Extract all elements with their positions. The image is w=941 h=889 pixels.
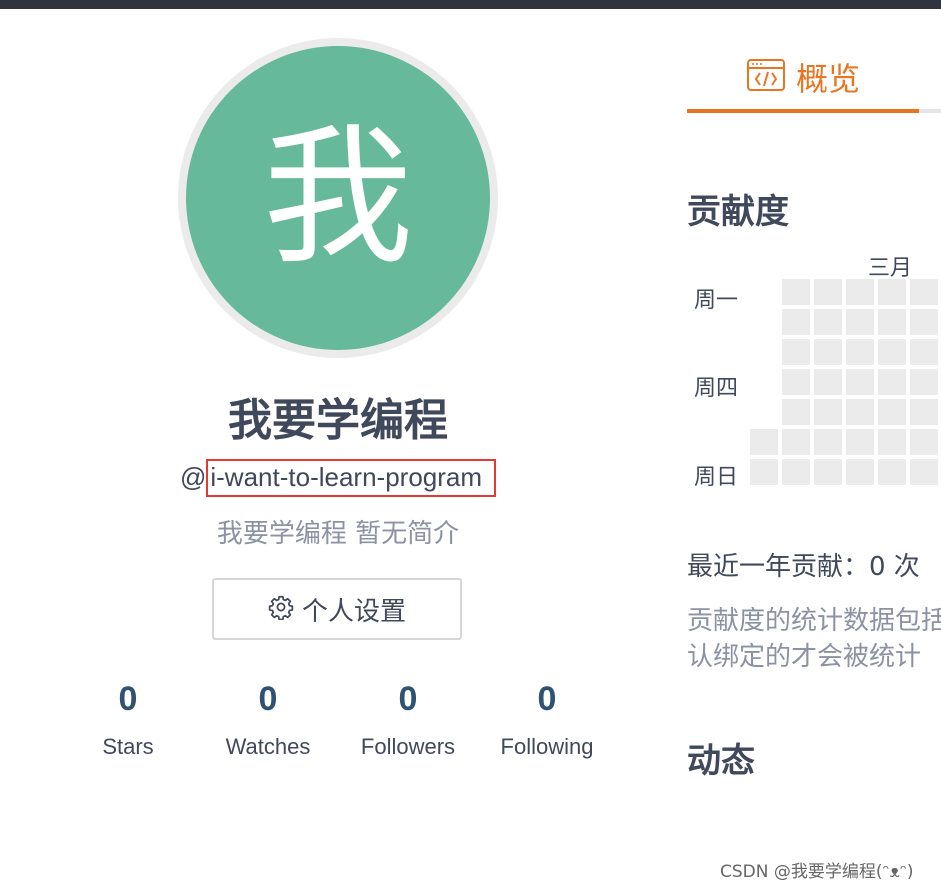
stat-label: Followers (360, 734, 456, 759)
heatmap-cell (878, 429, 906, 455)
personal-settings-label: 个人设置 (301, 596, 406, 627)
stat-value: 0 (118, 680, 138, 718)
heatmap-cell (782, 369, 810, 395)
contributions-note-line: 认绑定的才会被统计 (687, 642, 922, 672)
heatmap-cell (910, 399, 938, 425)
heatmap-cell (782, 309, 810, 335)
heatmap-cell (878, 309, 906, 335)
heatmap-cell (846, 459, 874, 485)
profile-bio: 我要学编程 暂无简介 (216, 519, 460, 549)
heatmap-cell (814, 339, 842, 365)
username-prefix: @ (179, 462, 207, 492)
contributions-total: 最近一年贡献：0 次 (687, 552, 920, 582)
heatmap-cell (878, 369, 906, 395)
heatmap-cell (782, 339, 810, 365)
heatmap-cell (814, 429, 842, 455)
display-name: 我要学编程 (228, 395, 448, 446)
active-tab-indicator (687, 109, 919, 113)
top-navbar (0, 0, 941, 9)
stat-label: Watches (225, 734, 311, 759)
heatmap-cell (814, 459, 842, 485)
username-line: @ i-want-to-learn-program (0, 459, 676, 497)
heatmap-cell (910, 279, 938, 305)
heatmap-cell (750, 429, 778, 455)
stat-value: 0 (537, 680, 557, 718)
heatmap-cell (782, 459, 810, 485)
stat-watches[interactable]: 0 Watches (198, 676, 338, 760)
heatmap-cell (814, 279, 842, 305)
heatmap-cell (814, 309, 842, 335)
gear-icon (268, 594, 294, 624)
heatmap-cell (846, 369, 874, 395)
heatmap-cell (910, 339, 938, 365)
heatmap-cell (814, 399, 842, 425)
watermark: CSDN @我要学编程(ᵔᴥᵔ) (720, 862, 914, 882)
month-label: 三月 (868, 256, 913, 281)
contributions-note: 贡献度的统计数据包括 认绑定的才会被统计 (687, 603, 941, 675)
stat-stars[interactable]: 0 Stars (58, 676, 198, 760)
day-label-monday: 周一 (694, 288, 739, 313)
stat-value: 0 (398, 680, 418, 718)
day-label-thursday: 周四 (694, 376, 739, 401)
heatmap-cell (814, 369, 842, 395)
avatar-initial: 我 (262, 111, 413, 285)
heatmap-cell (910, 369, 938, 395)
heatmap-cell (910, 309, 938, 335)
heatmap-cell (878, 339, 906, 365)
stat-followers[interactable]: 0 Followers (338, 676, 478, 760)
avatar: 我 (186, 46, 490, 350)
stat-label: Stars (102, 734, 154, 759)
activity-title: 动态 (687, 741, 755, 781)
contributions-title: 贡献度 (687, 192, 789, 232)
heatmap-cell (846, 429, 874, 455)
code-window-icon (746, 58, 786, 96)
heatmap-cell (910, 459, 938, 485)
heatmap-cell (750, 459, 778, 485)
heatmap-cell (846, 309, 874, 335)
heatmap-cell (910, 429, 938, 455)
heatmap-cell (878, 279, 906, 305)
username: i-want-to-learn-program (206, 459, 497, 497)
heatmap-cell (782, 429, 810, 455)
heatmap-cell (846, 279, 874, 305)
heatmap-cell (846, 399, 874, 425)
personal-settings-button[interactable]: 个人设置 (212, 578, 462, 640)
stat-value: 0 (258, 680, 278, 718)
day-label-sunday: 周日 (694, 465, 739, 490)
stat-following[interactable]: 0 Following (477, 676, 617, 760)
stat-label: Following (500, 734, 594, 759)
tab-overview[interactable]: 概览 (746, 54, 860, 100)
contributions-note-line: 贡献度的统计数据包括 (687, 606, 941, 636)
heatmap-cell (846, 339, 874, 365)
tab-overview-label: 概览 (796, 60, 861, 98)
heatmap-cell (878, 399, 906, 425)
heatmap-cell (782, 399, 810, 425)
heatmap-cell (782, 279, 810, 305)
heatmap-cell (878, 459, 906, 485)
